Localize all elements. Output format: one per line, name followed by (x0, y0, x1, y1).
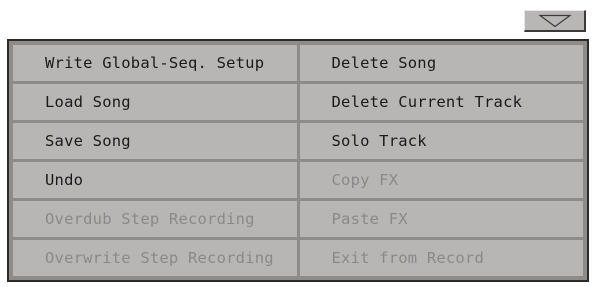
menu-item-copy-fx[interactable]: Copy FX (299, 162, 583, 198)
menu-item-delete-current-track[interactable]: Delete Current Track (299, 84, 583, 120)
page-menu-dropdown-button[interactable] (524, 10, 586, 32)
menu-item-overwrite-step-recording[interactable]: Overwrite Step Recording (13, 240, 297, 276)
menu-item-save-song[interactable]: Save Song (13, 123, 297, 159)
menu-item-delete-song[interactable]: Delete Song (299, 45, 583, 81)
menu-item-write-global-seq-setup[interactable]: Write Global-Seq. Setup (13, 45, 297, 81)
menu-item-load-song[interactable]: Load Song (13, 84, 297, 120)
page-menu-panel: Write Global-Seq. Setup Delete Song Load… (7, 39, 589, 282)
menu-item-exit-from-record[interactable]: Exit from Record (299, 240, 583, 276)
menu-grid: Write Global-Seq. Setup Delete Song Load… (13, 45, 583, 276)
menu-item-overdub-step-recording[interactable]: Overdub Step Recording (13, 201, 297, 237)
menu-item-paste-fx[interactable]: Paste FX (299, 201, 583, 237)
menu-item-solo-track[interactable]: Solo Track (299, 123, 583, 159)
triangle-down-icon (537, 14, 572, 27)
menu-item-undo[interactable]: Undo (13, 162, 297, 198)
